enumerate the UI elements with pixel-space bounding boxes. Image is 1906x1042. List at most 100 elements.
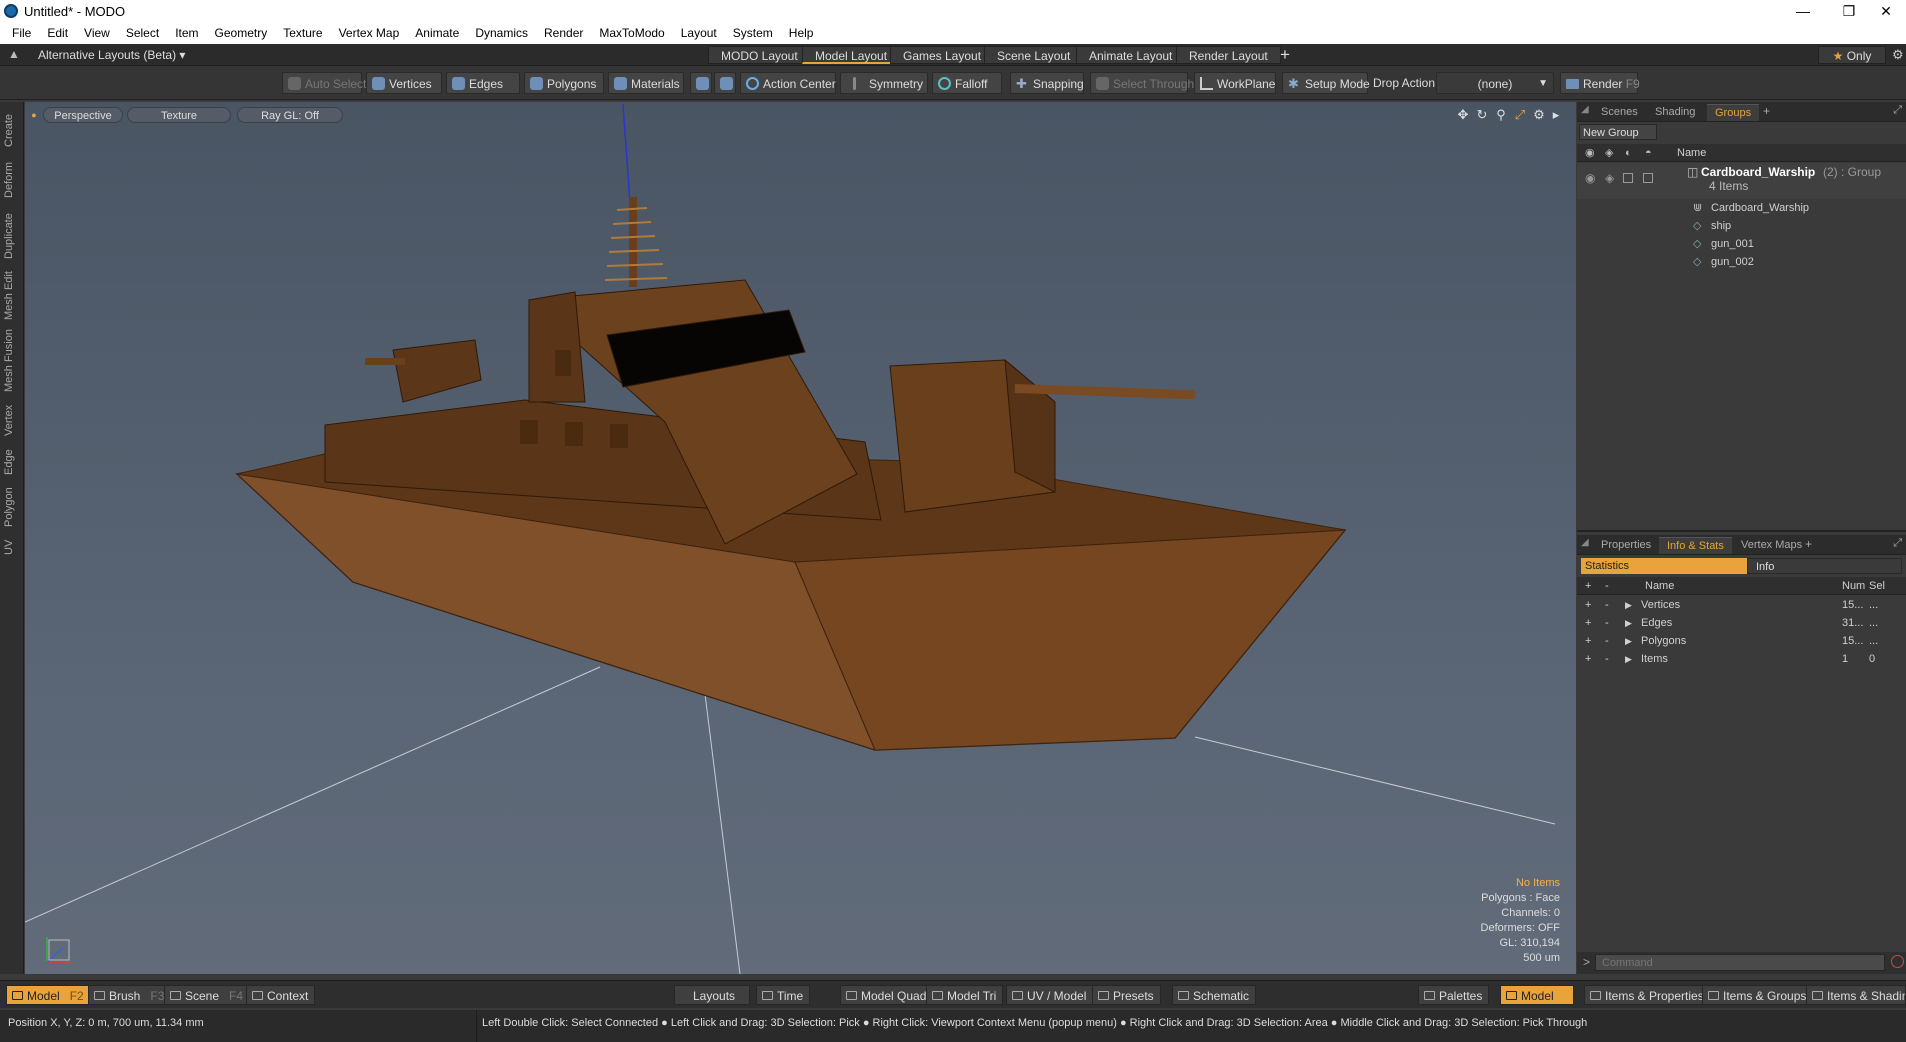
tab-groups[interactable]: Groups: [1707, 104, 1760, 121]
panel-menu-icon[interactable]: ◢: [1581, 104, 1589, 115]
stats-row[interactable]: + - ▶ Edges 31......: [1577, 614, 1906, 632]
zoom-view-icon[interactable]: ⚲: [1494, 108, 1508, 122]
items-shading-button[interactable]: Items & Shading: [1806, 985, 1906, 1005]
tab-mesh-fusion[interactable]: Mesh Fusion: [3, 328, 21, 394]
drop-action-select[interactable]: (none) ▼: [1436, 72, 1554, 94]
select-through-button[interactable]: Select Through: [1090, 72, 1194, 94]
menu-texture[interactable]: Texture: [275, 26, 330, 40]
3d-viewport[interactable]: ● Perspective Texture Ray GL: Off ✥ ↻ ⚲ …: [25, 102, 1576, 974]
menu-file[interactable]: File: [4, 26, 39, 40]
presets-button[interactable]: Presets: [1092, 985, 1161, 1005]
minimize-button[interactable]: —: [1780, 0, 1826, 22]
vertices-button[interactable]: Vertices: [366, 72, 442, 94]
stats-row[interactable]: + - ▶ Polygons 15......: [1577, 632, 1906, 650]
menu-vertex-map[interactable]: Vertex Map: [331, 26, 408, 40]
render-button[interactable]: Render F9: [1560, 72, 1640, 94]
panel-menu-icon[interactable]: ◢: [1581, 537, 1589, 548]
tab-create[interactable]: Create: [3, 108, 21, 152]
group-item-row[interactable]: ◇ gun_002: [1577, 253, 1906, 271]
tab-properties[interactable]: Properties: [1593, 537, 1659, 554]
plus-icon[interactable]: +: [1585, 650, 1591, 668]
model-tri-button[interactable]: Model Tri: [926, 985, 1004, 1005]
tab-mesh-edit[interactable]: Mesh Edit: [3, 268, 21, 324]
layouts-button[interactable]: Layouts: [674, 985, 751, 1005]
tab-games-layout[interactable]: Games Layout: [890, 46, 995, 64]
rotate-view-icon[interactable]: ↻: [1475, 108, 1489, 122]
menu-help[interactable]: Help: [781, 26, 822, 40]
add-tab-button[interactable]: +: [1805, 537, 1812, 551]
tab-polygon[interactable]: Polygon: [3, 484, 21, 530]
model-layout-button[interactable]: Model: [1500, 985, 1574, 1005]
gear-icon[interactable]: ⚙: [1892, 47, 1904, 63]
materials-button[interactable]: Materials: [608, 72, 684, 94]
stats-row[interactable]: + - ▶ Items 1 0: [1577, 650, 1906, 668]
scene-mode-button[interactable]: Scene F4: [164, 985, 251, 1005]
lock-checkbox[interactable]: [1623, 173, 1633, 183]
tab-edge[interactable]: Edge: [3, 446, 21, 478]
tab-render-layout[interactable]: Render Layout: [1176, 46, 1281, 64]
menu-select[interactable]: Select: [118, 26, 167, 40]
menu-geometry[interactable]: Geometry: [207, 26, 276, 40]
add-tab-button[interactable]: +: [1763, 104, 1770, 118]
expand-all-icon[interactable]: +: [1585, 577, 1591, 595]
expand-panel-icon[interactable]: ⤢: [1893, 104, 1902, 117]
workplane-button[interactable]: WorkPlane: [1194, 72, 1276, 94]
viewport-settings-icon[interactable]: ⚙: [1532, 108, 1546, 122]
tab-info-stats[interactable]: Info & Stats: [1659, 537, 1732, 554]
tab-uv[interactable]: UV: [3, 536, 21, 558]
minus-icon[interactable]: -: [1605, 632, 1609, 650]
symmetry-button[interactable]: Symmetry: [840, 72, 928, 94]
snapping-button[interactable]: ✚ Snapping: [1010, 72, 1084, 94]
tab-vertex[interactable]: Vertex: [3, 400, 21, 440]
minus-icon[interactable]: -: [1605, 614, 1609, 632]
expand-arrow-icon[interactable]: ▶: [1625, 632, 1632, 650]
alternative-layouts-dropdown[interactable]: Alternative Layouts (Beta) ▾: [38, 48, 185, 62]
falloff-button[interactable]: Falloff: [932, 72, 1002, 94]
shading-texture-button[interactable]: Texture: [127, 107, 231, 123]
menu-view[interactable]: View: [76, 26, 118, 40]
group-item-row[interactable]: ◇ gun_001: [1577, 235, 1906, 253]
expand-panel-icon[interactable]: ⤢: [1893, 537, 1902, 550]
render-toggle-icon[interactable]: ◈: [1605, 171, 1614, 185]
eye-icon[interactable]: ◉: [1585, 171, 1595, 185]
tab-model-layout[interactable]: Model Layout: [802, 46, 901, 64]
view-perspective-button[interactable]: Perspective: [43, 107, 123, 123]
expand-arrow-icon[interactable]: ▶: [1625, 650, 1632, 668]
group-row[interactable]: ◉ ◈ ◫ Cardboard_Warship (2) : Group 4 It…: [1577, 163, 1906, 199]
menu-layout[interactable]: Layout: [673, 26, 725, 40]
expand-arrow-icon[interactable]: ▶: [1625, 596, 1632, 614]
stats-row[interactable]: + - ▶ Vertices 15......: [1577, 596, 1906, 614]
collapse-all-icon[interactable]: -: [1605, 577, 1609, 595]
menu-dynamics[interactable]: Dynamics: [467, 26, 536, 40]
move-view-icon[interactable]: ✥: [1456, 108, 1470, 122]
selection-mode-b-button[interactable]: [714, 72, 736, 94]
menu-animate[interactable]: Animate: [407, 26, 467, 40]
action-center-button[interactable]: Action Center: [740, 72, 836, 94]
edges-button[interactable]: Edges: [446, 72, 520, 94]
panel-divider[interactable]: [1577, 530, 1906, 532]
tab-scenes[interactable]: Scenes: [1593, 104, 1646, 121]
group-item-row[interactable]: ◇ ship: [1577, 217, 1906, 235]
schematic-button[interactable]: Schematic: [1172, 985, 1257, 1005]
model-mode-button[interactable]: Model F2: [6, 985, 91, 1005]
items-groups-button[interactable]: Items & Groups: [1702, 985, 1814, 1005]
menu-maxtomodo[interactable]: MaxToModo: [591, 26, 672, 40]
select-checkbox[interactable]: [1643, 173, 1653, 183]
minus-icon[interactable]: -: [1605, 596, 1609, 614]
setup-mode-button[interactable]: ✱ Setup Mode: [1282, 72, 1370, 94]
tab-deform[interactable]: Deform: [3, 158, 21, 202]
close-button[interactable]: ✕: [1866, 0, 1906, 22]
subtab-info[interactable]: Info: [1747, 558, 1902, 574]
plus-icon[interactable]: +: [1585, 614, 1591, 632]
viewport-expand-icon[interactable]: ▸: [1549, 108, 1563, 122]
model-quad-button[interactable]: Model Quad: [840, 985, 934, 1005]
tab-modo-layout[interactable]: MODO Layout: [708, 46, 811, 64]
items-properties-button[interactable]: Items & Properties: [1584, 985, 1711, 1005]
auto-select-button[interactable]: Auto Select: [282, 72, 366, 94]
add-layout-button[interactable]: +: [1280, 45, 1290, 65]
polygons-button[interactable]: Polygons: [524, 72, 604, 94]
plus-icon[interactable]: +: [1585, 596, 1591, 614]
tab-animate-layout[interactable]: Animate Layout: [1076, 46, 1186, 64]
only-toggle[interactable]: ★ Only: [1818, 46, 1886, 64]
record-icon[interactable]: [1891, 955, 1904, 968]
